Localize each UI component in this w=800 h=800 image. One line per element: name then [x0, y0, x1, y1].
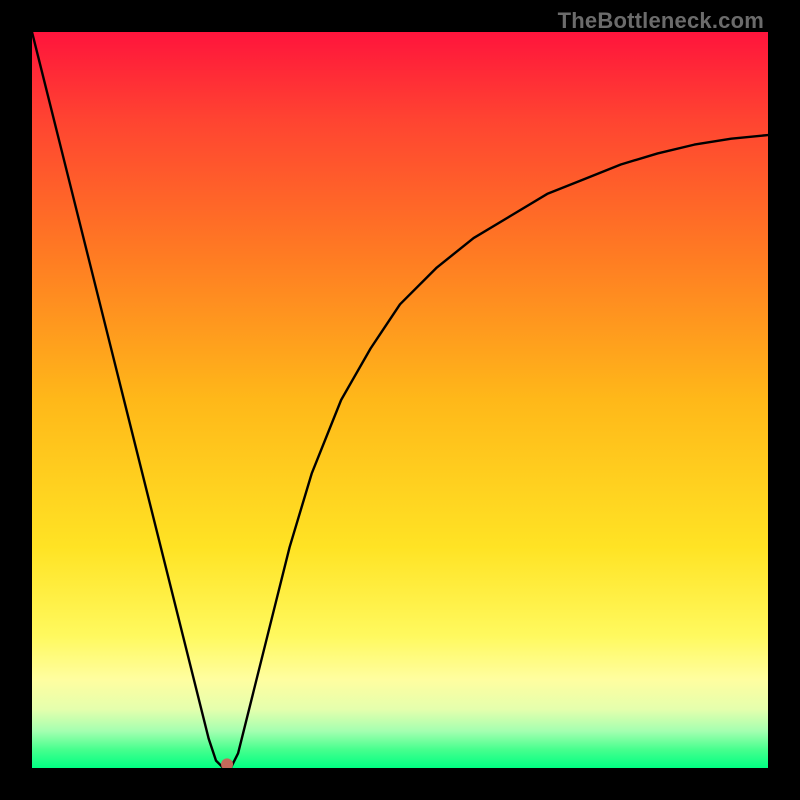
watermark-text: TheBottleneck.com: [558, 8, 764, 34]
chart-frame: TheBottleneck.com: [0, 0, 800, 800]
bottleneck-curve-svg: [32, 32, 768, 768]
bottleneck-curve: [32, 32, 768, 768]
plot-area: [32, 32, 768, 768]
optimum-marker: [221, 758, 233, 768]
